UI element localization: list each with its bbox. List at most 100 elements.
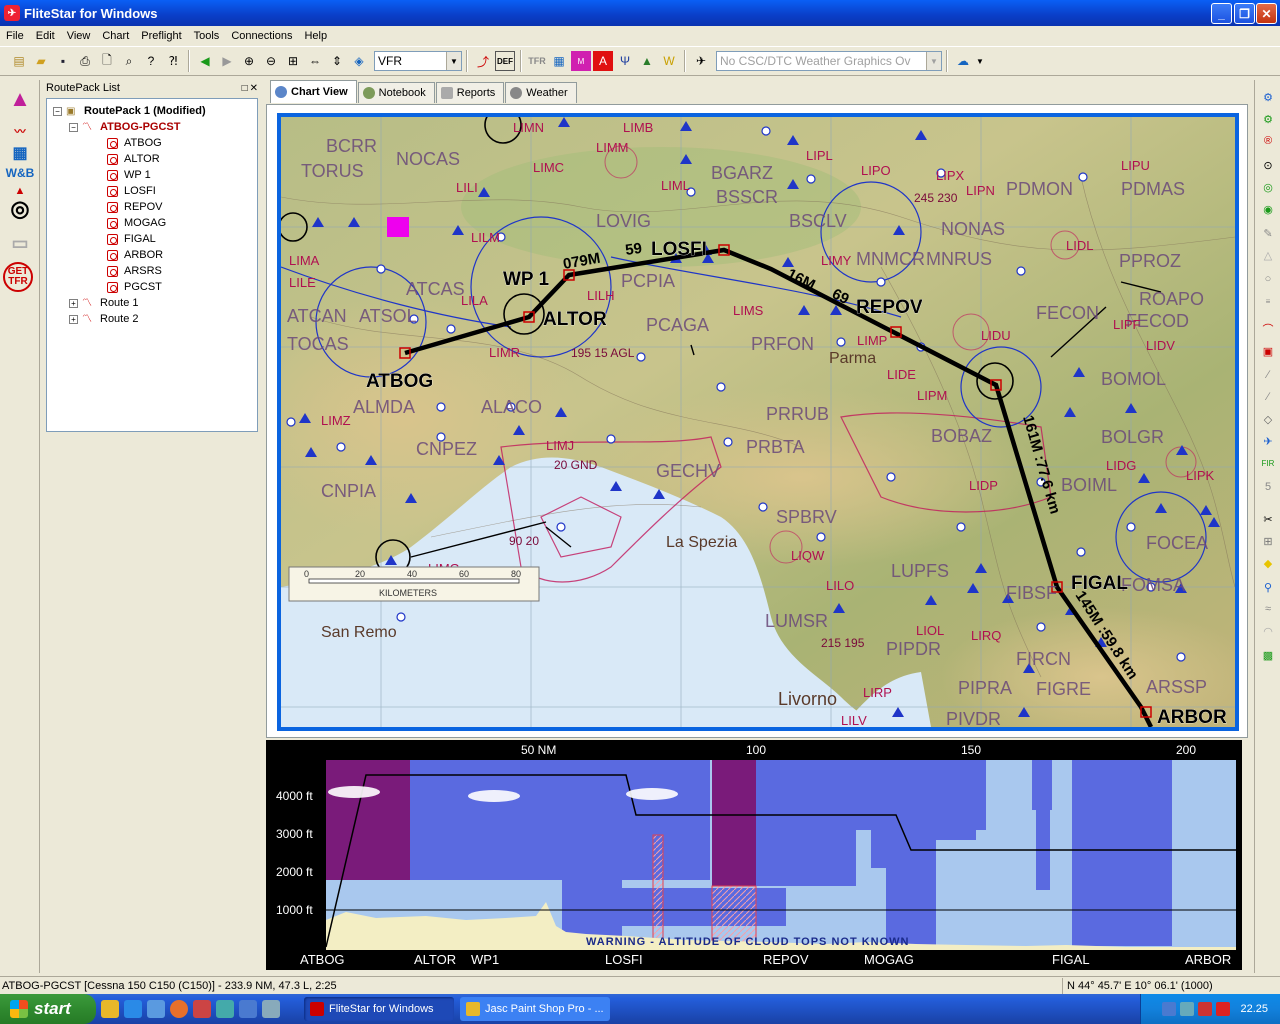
- expand-icon[interactable]: +: [69, 314, 78, 324]
- airway-icon[interactable]: ⌒: [1259, 320, 1277, 338]
- menu-preflight[interactable]: Preflight: [135, 30, 187, 42]
- zoom-out-icon[interactable]: ⊖: [261, 51, 281, 71]
- route-edit-icon[interactable]: ⤴: [473, 51, 493, 71]
- print-icon[interactable]: ⎙: [75, 51, 95, 71]
- route-item[interactable]: Route 1: [100, 297, 139, 309]
- feather-icon[interactable]: ∕: [1259, 388, 1277, 406]
- route-item[interactable]: Route 2: [100, 313, 139, 325]
- layers-icon[interactable]: ◈: [349, 51, 369, 71]
- circle-icon[interactable]: ○: [1259, 270, 1277, 288]
- note-icon[interactable]: ◆: [1259, 554, 1277, 572]
- zoom-in-icon[interactable]: ⊕: [239, 51, 259, 71]
- metar-icon[interactable]: M: [571, 51, 591, 71]
- pencil-icon[interactable]: ✎: [1259, 224, 1277, 242]
- aeronautical-chart[interactable]: TORUS NOCAS BCRR LOVIG BGARZ BSSCR BSCLV…: [277, 113, 1239, 731]
- routepack-tree[interactable]: − ▣ RoutePack 1 (Modified) − 〽 ATBOG-PGCST A…: [46, 98, 258, 432]
- scale-icon[interactable]: ≈: [1259, 600, 1277, 618]
- new-icon[interactable]: ▤: [9, 51, 29, 71]
- vertical-profile[interactable]: 50 NM 100 150 200 4000 ft 3000 ft 2000 f…: [266, 740, 1242, 970]
- back-arrow-icon[interactable]: ◀: [195, 51, 215, 71]
- menu-view[interactable]: View: [61, 30, 97, 42]
- tree-waypoint[interactable]: ATBOG: [124, 137, 162, 149]
- tab-reports[interactable]: Reports: [435, 82, 505, 103]
- terrain-icon[interactable]: ▲: [637, 51, 657, 71]
- forward-arrow-icon[interactable]: ▶: [217, 51, 237, 71]
- collapse-icon[interactable]: −: [53, 106, 62, 116]
- ndb-icon[interactable]: ◎: [1259, 178, 1277, 196]
- task-paintshop[interactable]: Jasc Paint Shop Pro - ...: [460, 997, 610, 1021]
- clipboard-icon[interactable]: ▭: [3, 228, 37, 258]
- binoculars-icon[interactable]: ◎: [3, 194, 37, 224]
- print-preview-icon[interactable]: 🗋: [97, 51, 117, 71]
- profile-svg[interactable]: 50 NM 100 150 200 4000 ft 3000 ft 2000 f…: [266, 740, 1242, 970]
- route-label-wp1[interactable]: WP 1: [503, 269, 550, 291]
- tab-notebook[interactable]: Notebook: [357, 82, 435, 103]
- tab-weather[interactable]: Weather: [505, 82, 577, 103]
- get-weather-icon[interactable]: ☁: [953, 51, 973, 71]
- tools-cross-icon[interactable]: ✂: [1259, 510, 1277, 528]
- high-airway-icon[interactable]: ≡: [1259, 292, 1277, 310]
- route-label-repov[interactable]: REPOV: [856, 297, 923, 319]
- quicklaunch-icon[interactable]: [239, 1000, 257, 1018]
- quicklaunch-icon[interactable]: [262, 1000, 280, 1018]
- fit-width-icon[interactable]: ⇔: [305, 51, 325, 71]
- quicklaunch-icon[interactable]: [101, 1000, 119, 1018]
- weather-radar-icon[interactable]: ▦: [549, 51, 569, 71]
- terrain-toggle-icon[interactable]: ▩: [1259, 646, 1277, 664]
- open-folder-icon[interactable]: ▰: [31, 51, 51, 71]
- tree-waypoint[interactable]: ARBOR: [124, 249, 163, 261]
- panel-close-icon[interactable]: ✕: [250, 83, 260, 94]
- restricted-icon[interactable]: ▣: [1259, 342, 1277, 360]
- route-label-altor[interactable]: ALTOR: [543, 309, 608, 331]
- triangle-icon[interactable]: △: [1259, 246, 1277, 264]
- collapse-icon[interactable]: −: [69, 122, 78, 132]
- tree-waypoint[interactable]: MOGAG: [124, 217, 166, 229]
- routepack-root[interactable]: RoutePack 1 (Modified): [84, 105, 206, 117]
- maximize-button[interactable]: ❐: [1234, 3, 1255, 24]
- tree-waypoint[interactable]: PGCST: [124, 281, 162, 293]
- firefox-icon[interactable]: [170, 1000, 188, 1018]
- gear-icon[interactable]: ⚙: [1259, 88, 1277, 106]
- close-button[interactable]: ✕: [1256, 3, 1277, 24]
- stations-icon[interactable]: W: [659, 51, 679, 71]
- tray-icon[interactable]: [1162, 1002, 1177, 1016]
- tree-waypoint[interactable]: ALTOR: [124, 153, 160, 165]
- arc-icon[interactable]: ◠: [1259, 622, 1277, 640]
- ie-icon[interactable]: [124, 1000, 142, 1018]
- grid-icon[interactable]: ⊞: [1259, 532, 1277, 550]
- start-button[interactable]: start: [0, 994, 96, 1024]
- gear-icon[interactable]: ⚙: [1259, 110, 1277, 128]
- mail-icon[interactable]: [1216, 1002, 1231, 1016]
- defaults-icon[interactable]: DEF: [495, 51, 515, 71]
- menu-connections[interactable]: Connections: [225, 30, 298, 42]
- airport-icon[interactable]: ®: [1259, 132, 1277, 150]
- quicklaunch-icon[interactable]: [193, 1000, 211, 1018]
- airmet-icon[interactable]: A: [593, 51, 613, 71]
- weather-refresh-icon[interactable]: ✈: [691, 51, 711, 71]
- weather-graphics-select[interactable]: No CSC/DTC Weather Graphics Ov ▼: [716, 51, 942, 71]
- pin-icon[interactable]: ⚲: [1259, 578, 1277, 596]
- menu-tools[interactable]: Tools: [188, 30, 226, 42]
- panel-restore-icon[interactable]: □: [242, 83, 250, 94]
- get-weather-dropdown-icon[interactable]: ▼: [975, 51, 985, 71]
- quicklaunch-icon[interactable]: [147, 1000, 165, 1018]
- tree-waypoint[interactable]: LOSFI: [124, 185, 156, 197]
- route-atbog-pgcst[interactable]: ATBOG-PGCST: [100, 121, 180, 133]
- tag-icon[interactable]: ◇: [1259, 410, 1277, 428]
- chart-type-select[interactable]: VFR ▼: [374, 51, 462, 71]
- menu-help[interactable]: Help: [298, 30, 333, 42]
- quicklaunch-icon[interactable]: [216, 1000, 234, 1018]
- plane-icon[interactable]: ✈: [1259, 432, 1277, 450]
- menu-file[interactable]: File: [0, 30, 30, 42]
- chart-svg[interactable]: TORUS NOCAS BCRR LOVIG BGARZ BSSCR BSCLV…: [281, 117, 1235, 727]
- zoom-extent-icon[interactable]: ⊞: [283, 51, 303, 71]
- tree-waypoint[interactable]: ARSRS: [124, 265, 162, 277]
- wizard-hat-icon[interactable]: ▲: [3, 84, 37, 114]
- winds-icon[interactable]: Ψ: [615, 51, 635, 71]
- tfr-icon[interactable]: TFR: [527, 51, 547, 71]
- route-label-arbor[interactable]: ARBOR: [1157, 707, 1228, 727]
- save-icon[interactable]: ▪: [53, 51, 73, 71]
- tab-chart-view[interactable]: Chart View: [270, 80, 357, 103]
- task-flitestar[interactable]: FliteStar for Windows: [304, 997, 454, 1021]
- find-icon[interactable]: ⌕: [119, 51, 139, 71]
